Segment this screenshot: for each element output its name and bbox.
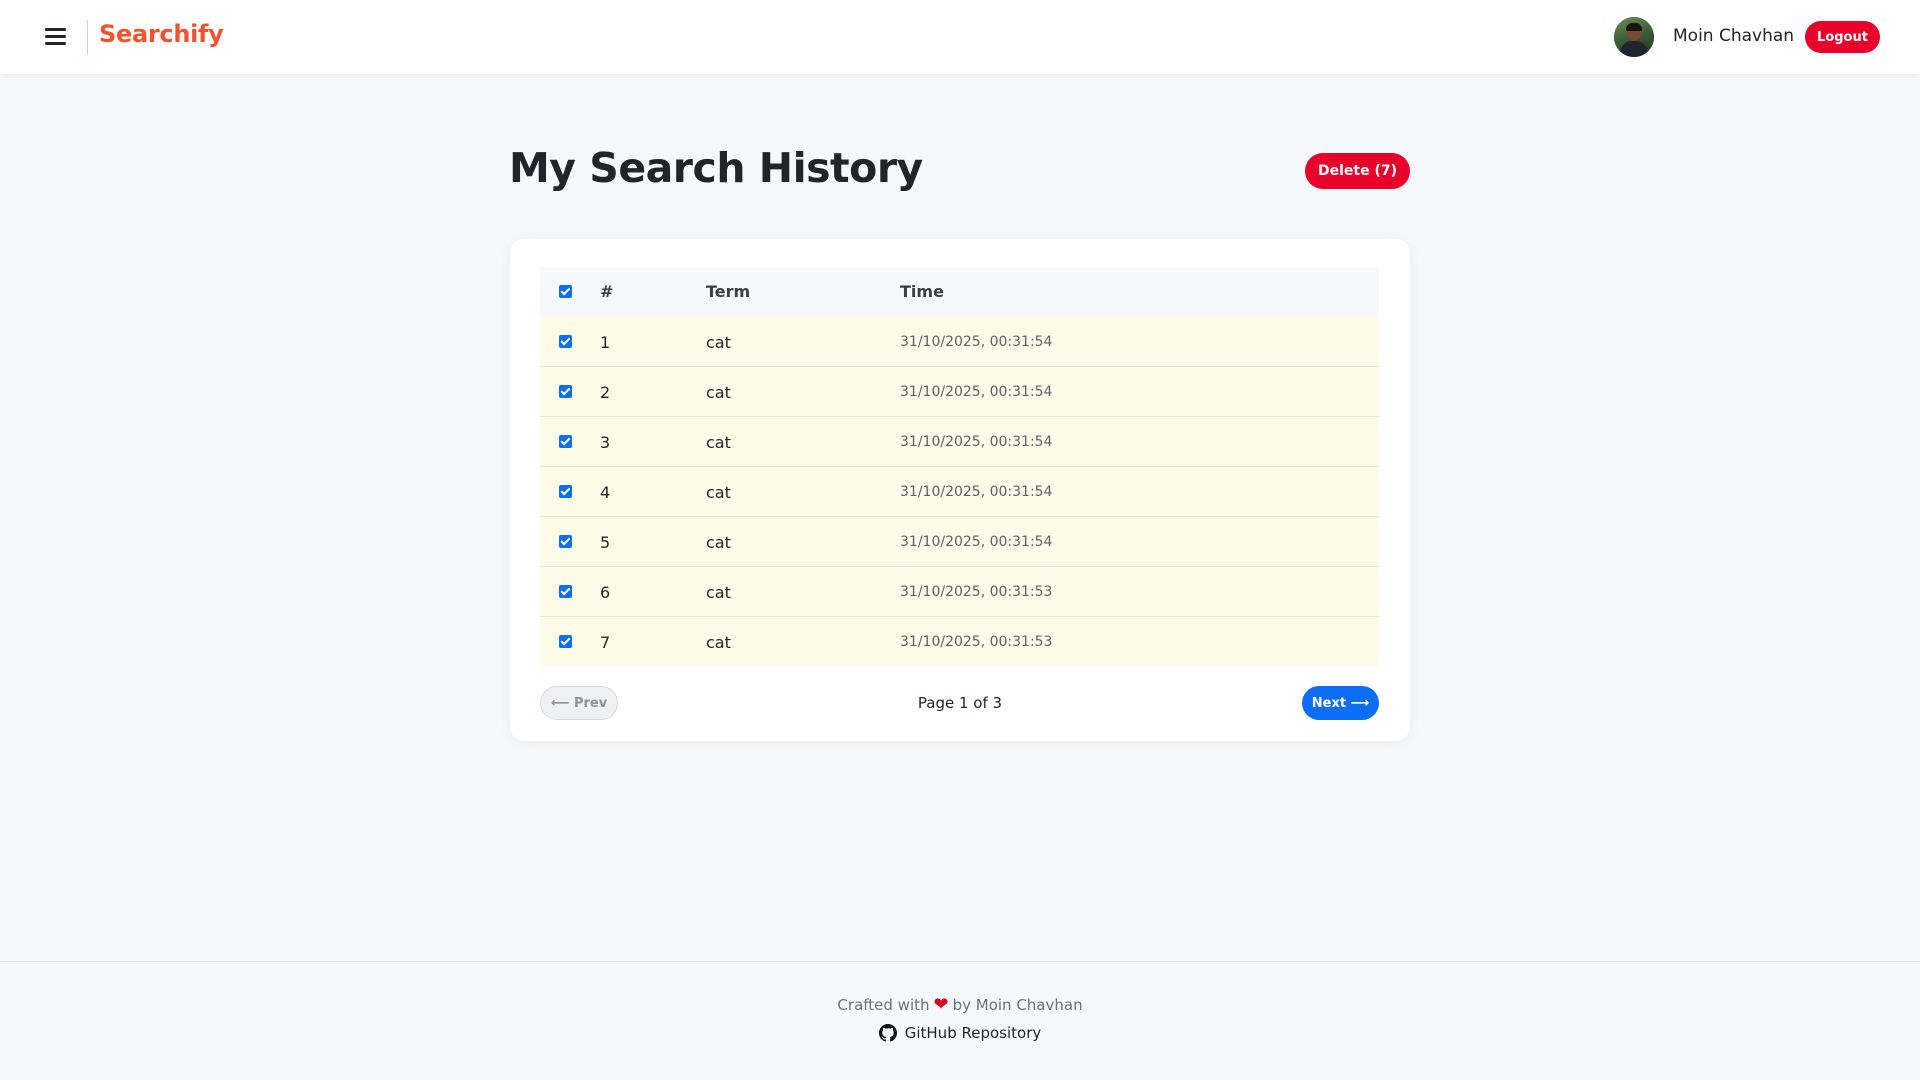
user-name: Moin Chavhan xyxy=(1673,26,1795,46)
row-term: cat xyxy=(706,633,731,652)
menu-icon[interactable] xyxy=(40,25,71,49)
table-row: 5 cat 31/10/2025, 00:31:54 xyxy=(540,517,1379,567)
row-term: cat xyxy=(706,533,731,552)
column-header-term: Term xyxy=(706,282,751,301)
table-row: 3 cat 31/10/2025, 00:31:54 xyxy=(540,417,1379,467)
row-number: 3 xyxy=(600,433,611,452)
history-card: # Term Time 1 cat 31/10/2025, 00:31:54 2… xyxy=(510,239,1410,741)
row-number: 2 xyxy=(600,383,611,402)
row-time: 31/10/2025, 00:31:53 xyxy=(900,584,1053,600)
row-number: 6 xyxy=(600,583,611,602)
column-header-number: # xyxy=(600,282,614,301)
row-checkbox[interactable] xyxy=(559,535,572,548)
table-row: 6 cat 31/10/2025, 00:31:53 xyxy=(540,567,1379,617)
top-navbar: Searchify Moin Chavhan Logout xyxy=(0,0,1920,74)
github-icon xyxy=(878,1024,897,1042)
delete-selected-button[interactable]: Delete (7) xyxy=(1305,153,1410,189)
row-checkbox[interactable] xyxy=(559,335,572,348)
avatar[interactable] xyxy=(1614,17,1654,57)
row-time: 31/10/2025, 00:31:54 xyxy=(900,334,1053,350)
page-title: My Search History xyxy=(509,144,923,192)
history-table: # Term Time 1 cat 31/10/2025, 00:31:54 2… xyxy=(540,267,1379,667)
row-checkbox[interactable] xyxy=(559,385,572,398)
row-number: 1 xyxy=(600,333,611,352)
crafted-credit: Crafted with ❤ by Moin Chavhan xyxy=(0,994,1920,1015)
row-term: cat xyxy=(706,433,731,452)
table-row: 4 cat 31/10/2025, 00:31:54 xyxy=(540,467,1379,517)
row-time: 31/10/2025, 00:31:54 xyxy=(900,434,1053,450)
row-term: cat xyxy=(706,483,731,502)
github-repo-link[interactable]: GitHub Repository xyxy=(0,1024,1920,1042)
table-row: 2 cat 31/10/2025, 00:31:54 xyxy=(540,367,1379,417)
row-checkbox[interactable] xyxy=(559,485,572,498)
row-number: 4 xyxy=(600,483,611,502)
table-row: 7 cat 31/10/2025, 00:31:53 xyxy=(540,617,1379,667)
logout-button[interactable]: Logout xyxy=(1805,21,1880,53)
row-time: 31/10/2025, 00:31:54 xyxy=(900,484,1053,500)
table-header-row: # Term Time xyxy=(540,267,1379,317)
row-time: 31/10/2025, 00:31:54 xyxy=(900,534,1053,550)
brand-logo[interactable]: Searchify xyxy=(99,20,224,48)
crafted-suffix: by Moin Chavhan xyxy=(952,996,1083,1014)
crafted-prefix: Crafted with xyxy=(837,996,930,1014)
row-time: 31/10/2025, 00:31:53 xyxy=(900,634,1053,650)
next-page-button[interactable]: Next ⟶ xyxy=(1302,686,1379,720)
github-repo-label[interactable]: GitHub Repository xyxy=(905,1024,1042,1042)
row-time: 31/10/2025, 00:31:54 xyxy=(900,384,1053,400)
select-all-checkbox[interactable] xyxy=(559,285,572,298)
brand-divider xyxy=(87,20,88,55)
column-header-time: Time xyxy=(900,282,944,301)
table-row: 1 cat 31/10/2025, 00:31:54 xyxy=(540,317,1379,367)
row-term: cat xyxy=(706,583,731,602)
row-term: cat xyxy=(706,333,731,352)
row-number: 5 xyxy=(600,533,611,552)
page-indicator: Page 1 of 3 xyxy=(917,694,1003,712)
row-checkbox[interactable] xyxy=(559,635,572,648)
row-checkbox[interactable] xyxy=(559,435,572,448)
row-checkbox[interactable] xyxy=(559,585,572,598)
row-number: 7 xyxy=(600,633,611,652)
heart-icon: ❤ xyxy=(933,994,949,1015)
row-term: cat xyxy=(706,383,731,402)
footer: Crafted with ❤ by Moin Chavhan GitHub Repo… xyxy=(0,961,1920,1080)
